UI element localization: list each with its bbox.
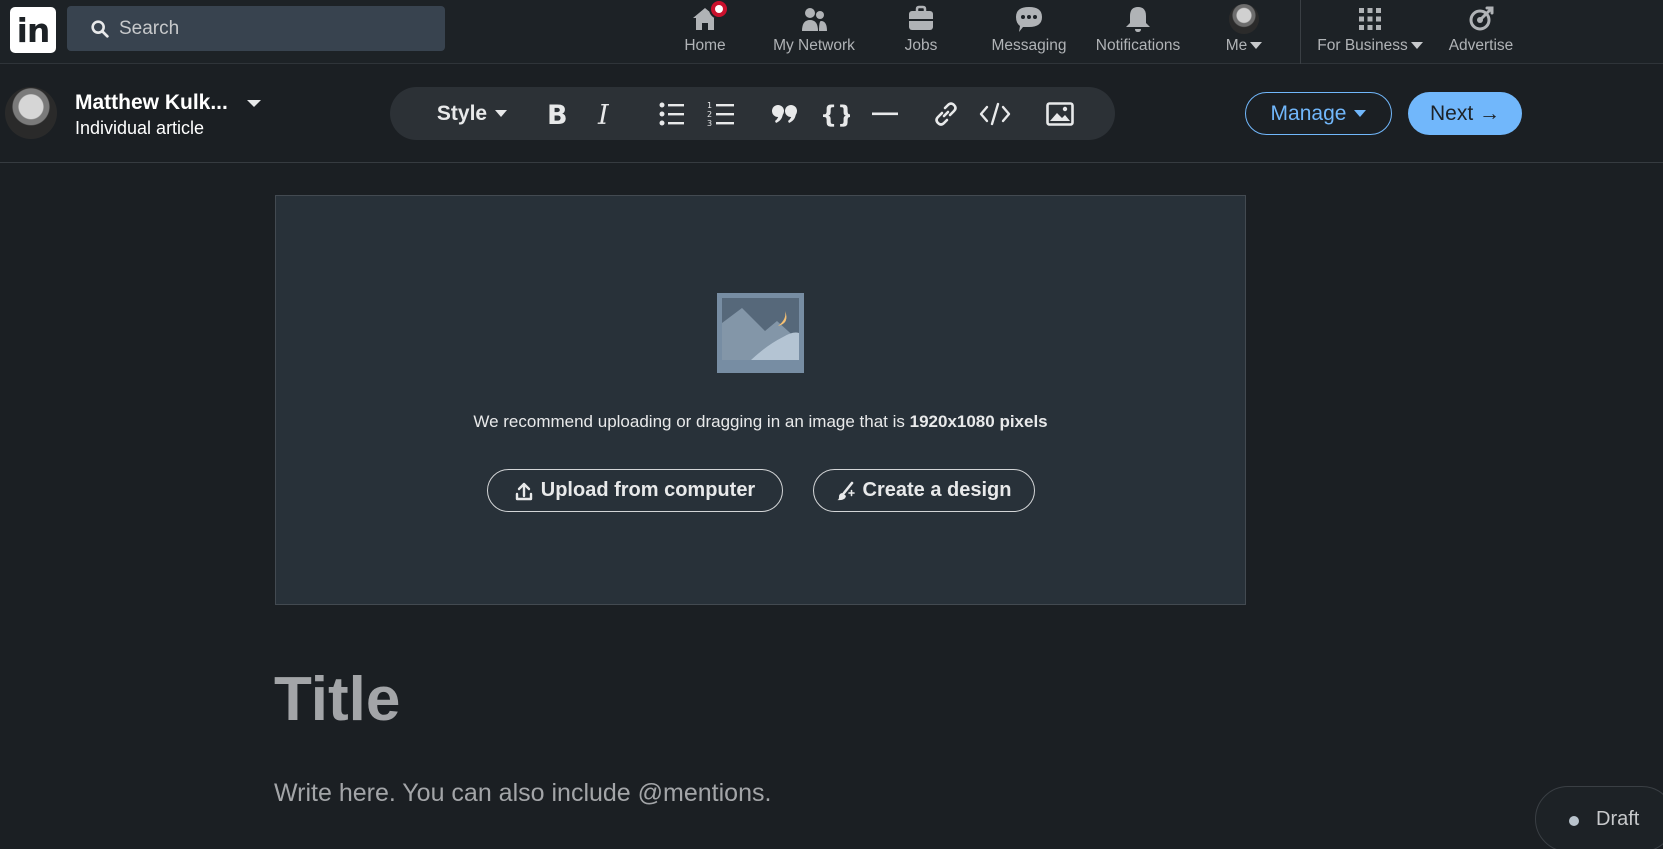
search-box[interactable]: [67, 6, 445, 51]
svg-text:1: 1: [707, 101, 712, 110]
nav-notifications[interactable]: Notifications: [1089, 0, 1187, 64]
article-title-input[interactable]: Title: [274, 664, 400, 735]
bulleted-list-icon: [659, 102, 684, 125]
author-name[interactable]: Matthew Kulk...: [75, 91, 228, 115]
nav-jobs-label: Jobs: [904, 37, 938, 54]
embed-icon: [979, 102, 1011, 125]
author-dropdown-chevron-icon[interactable]: [247, 100, 261, 107]
manage-button[interactable]: Manage: [1245, 92, 1392, 135]
design-label: Create a design: [862, 479, 1012, 501]
svg-text:2: 2: [707, 110, 712, 119]
code-block-button[interactable]: {}: [819, 87, 851, 140]
bell-icon: [1126, 7, 1150, 32]
me-avatar: [1229, 4, 1259, 34]
next-button[interactable]: Next →: [1408, 92, 1522, 135]
link-icon: [935, 101, 957, 126]
nav-messaging-label: Messaging: [991, 37, 1067, 54]
notification-badge: [709, 0, 729, 19]
svg-text:B: B: [547, 100, 568, 128]
link-button[interactable]: [930, 87, 962, 140]
chat-icon: [1016, 7, 1042, 32]
style-label: Style: [436, 101, 488, 125]
upload-label: Upload from computer: [540, 479, 756, 501]
nav-notifications-label: Notifications: [1095, 37, 1181, 54]
nav-me-label: Me: [1212, 37, 1276, 55]
nav-my-network[interactable]: My Network: [765, 0, 863, 64]
nav-jobs[interactable]: Jobs: [888, 0, 954, 64]
next-label: Next →: [1429, 101, 1500, 125]
image-placeholder-icon: [717, 293, 804, 373]
svg-text:3: 3: [707, 119, 712, 128]
grid-icon: [1359, 8, 1381, 30]
code-block-icon: {}: [820, 101, 850, 128]
bulleted-list-button[interactable]: [657, 87, 687, 140]
top-nav: in Home My Network Jobs: [0, 0, 1663, 64]
svg-text:I: I: [597, 100, 610, 128]
bold-button[interactable]: B: [543, 87, 573, 140]
nav-home[interactable]: Home: [671, 0, 739, 64]
cover-recommendation: We recommend uploading or dragging in an…: [473, 412, 1048, 431]
search-input[interactable]: [119, 6, 429, 51]
status-dot-icon: [1569, 816, 1579, 826]
chevron-down-icon: [495, 110, 508, 117]
insert-image-button[interactable]: [1044, 87, 1076, 140]
advertise-icon: [1469, 6, 1494, 31]
italic-icon: I: [597, 100, 610, 128]
nav-me[interactable]: Me: [1212, 0, 1276, 64]
quote-icon: [772, 104, 797, 123]
nav-messaging[interactable]: Messaging: [985, 0, 1073, 64]
manage-label: Manage: [1270, 101, 1347, 125]
formatting-toolbar: Style B I 1 2 3 {: [390, 87, 1115, 140]
design-brush-icon: [836, 481, 855, 500]
divider-icon: [872, 112, 898, 115]
people-icon: [802, 8, 827, 31]
numbered-list-icon: 1 2 3: [707, 101, 734, 128]
nav-advertise[interactable]: Advertise: [1444, 0, 1518, 64]
nav-for-business[interactable]: For Business: [1310, 0, 1430, 64]
cover-image-dropzone[interactable]: We recommend uploading or dragging in an…: [275, 195, 1246, 605]
draft-status-badge: Draft: [1535, 786, 1663, 849]
article-body-input[interactable]: Write here. You can also include @mentio…: [274, 779, 771, 808]
nav-divider: [1300, 0, 1301, 64]
author-avatar[interactable]: [5, 87, 57, 139]
author-subtitle: Individual article: [75, 118, 205, 138]
draft-label: Draft: [1596, 808, 1640, 830]
briefcase-icon: [909, 5, 933, 30]
chevron-down-icon: [1250, 42, 1263, 50]
search-icon: [91, 20, 109, 38]
nav-my-network-label: My Network: [773, 37, 855, 54]
divider-button[interactable]: [870, 87, 900, 140]
upload-from-computer-button[interactable]: Upload from computer: [487, 469, 783, 512]
create-design-button[interactable]: Create a design: [813, 469, 1035, 512]
upload-icon: [515, 482, 532, 500]
image-icon: [1046, 101, 1074, 126]
bold-icon: B: [547, 100, 568, 128]
style-dropdown[interactable]: Style: [432, 87, 512, 140]
numbered-list-button[interactable]: 1 2 3: [706, 87, 736, 140]
chevron-down-icon: [1410, 42, 1423, 50]
italic-button[interactable]: I: [591, 87, 621, 140]
nav-advertise-label: Advertise: [1448, 37, 1514, 54]
quote-button[interactable]: [770, 87, 800, 140]
nav-for-business-label: For Business: [1310, 37, 1430, 55]
embed-button[interactable]: [978, 87, 1012, 140]
linkedin-logo[interactable]: in: [10, 7, 56, 53]
svg-text:{}: {}: [820, 101, 850, 128]
chevron-down-icon: [1354, 110, 1367, 117]
nav-home-label: Home: [684, 37, 726, 54]
